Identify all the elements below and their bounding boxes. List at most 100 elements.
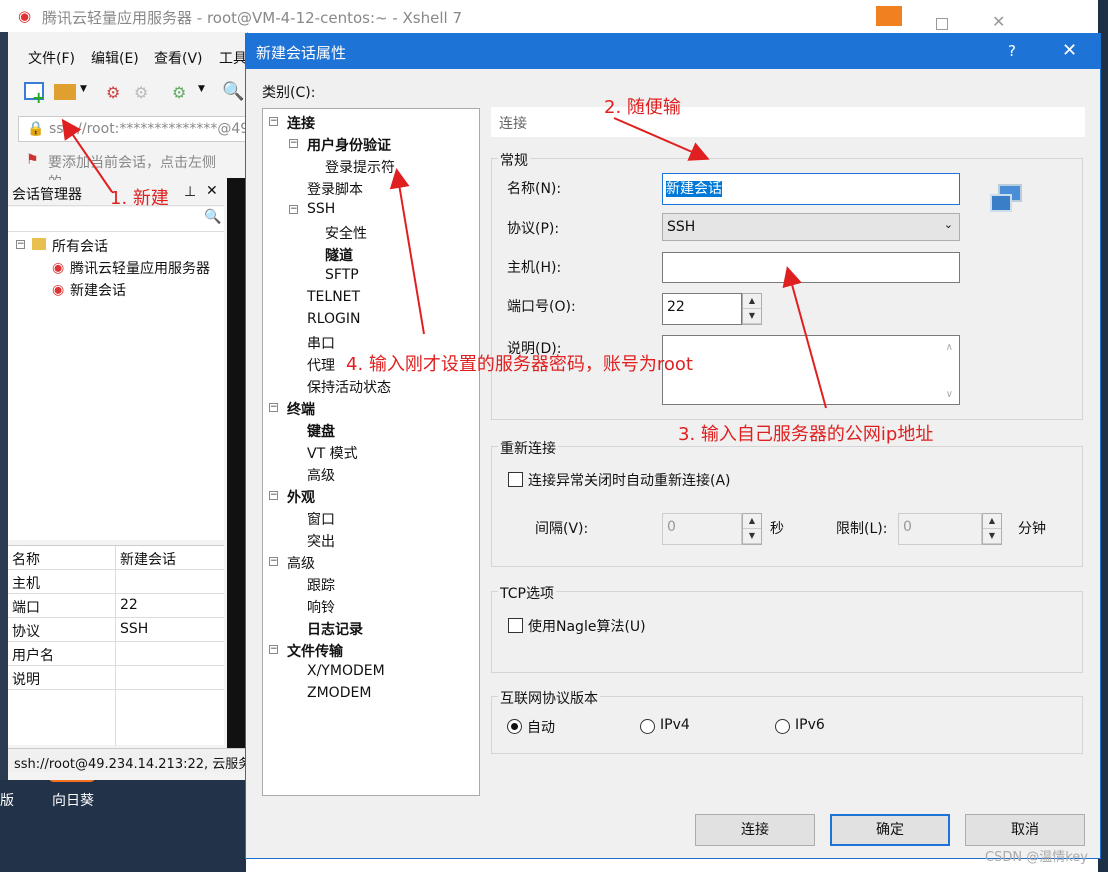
- port-input[interactable]: 22: [662, 293, 742, 325]
- tree-item-trace[interactable]: 跟踪: [307, 575, 335, 595]
- port-stepper[interactable]: ▲ ▼: [742, 293, 762, 325]
- menu-tools[interactable]: 工具: [219, 48, 247, 68]
- search-icon[interactable]: 🔍: [204, 209, 221, 225]
- open-folder-icon[interactable]: [54, 84, 76, 100]
- tree-item-serial[interactable]: 串口: [307, 333, 335, 353]
- tip-bar: ⚑ 要添加当前会话，点击左侧的: [18, 148, 248, 191]
- menu-view[interactable]: 查看(V): [154, 48, 203, 68]
- host-input[interactable]: [662, 252, 960, 283]
- arrow-up-icon[interactable]: ▲: [743, 514, 761, 529]
- radio-ipv6-label[interactable]: IPv6: [795, 717, 825, 733]
- cancel-button[interactable]: 取消: [965, 814, 1085, 846]
- collapse-icon[interactable]: −: [289, 205, 298, 214]
- scroll-down-icon[interactable]: ∨: [946, 389, 953, 400]
- tree-session-new[interactable]: 新建会话: [70, 280, 126, 300]
- tree-session-tencent[interactable]: 腾讯云轻量应用服务器: [70, 258, 210, 278]
- port-label: 端口号(O):: [507, 299, 576, 315]
- collapse-icon[interactable]: −: [269, 117, 278, 126]
- tree-item-proxy[interactable]: 代理: [307, 355, 335, 375]
- tree-item-keyboard[interactable]: 键盘: [307, 421, 335, 441]
- menu-edit[interactable]: 编辑(E): [91, 48, 139, 68]
- radio-auto-label[interactable]: 自动: [527, 717, 555, 737]
- tree-item-login-script[interactable]: 登录脚本: [307, 179, 363, 199]
- limit-input[interactable]: 0: [898, 513, 982, 545]
- arrow-up-icon[interactable]: ▲: [983, 514, 1001, 529]
- nagle-checkbox[interactable]: [508, 618, 523, 633]
- collapse-icon[interactable]: −: [269, 491, 278, 500]
- address-bar[interactable]: 🔒 ssh://root:**************@49: [18, 116, 249, 142]
- connect-icon[interactable]: ⚙: [106, 83, 120, 102]
- session-tree: − 所有会话 ◉ 腾讯云轻量应用服务器 ◉ 新建会话: [8, 232, 224, 540]
- prop-value: 22: [120, 597, 138, 613]
- tree-item-security[interactable]: 安全性: [325, 223, 367, 243]
- collapse-icon[interactable]: −: [289, 139, 298, 148]
- name-input[interactable]: 新建会话: [662, 173, 960, 205]
- arrow-down-icon[interactable]: ▼: [983, 529, 1001, 544]
- tree-item-telnet[interactable]: TELNET: [307, 289, 360, 305]
- annotation-4: 4. 输入刚才设置的服务器密码，账号为root: [346, 354, 693, 375]
- session-search[interactable]: 🔍: [8, 207, 224, 232]
- radio-ipv6[interactable]: [775, 719, 790, 734]
- maximize-icon[interactable]: [936, 18, 948, 30]
- settings-icon[interactable]: ⚙: [172, 83, 186, 102]
- tree-item-zmodem[interactable]: ZMODEM: [307, 685, 371, 701]
- radio-ipv4-label[interactable]: IPv4: [660, 717, 690, 733]
- arrow-down-icon[interactable]: ▼: [743, 309, 761, 324]
- auto-reconnect-label[interactable]: 连接异常关闭时自动重新连接(A): [528, 470, 731, 490]
- network-computers-icon: [990, 184, 1026, 218]
- tree-item-sftp[interactable]: SFTP: [325, 267, 359, 283]
- tree-item-auth[interactable]: 用户身份验证: [307, 135, 391, 155]
- collapse-icon[interactable]: −: [269, 403, 278, 412]
- close-icon[interactable]: ✕: [1062, 40, 1077, 61]
- interval-stepper[interactable]: ▲ ▼: [742, 513, 762, 545]
- tree-item-tunnel[interactable]: 隧道: [325, 245, 353, 265]
- tree-item-login-prompt[interactable]: 登录提示符: [325, 157, 395, 177]
- tree-item-highlight[interactable]: 突出: [307, 531, 335, 551]
- collapse-icon[interactable]: −: [269, 645, 278, 654]
- disconnect-icon[interactable]: ⚙: [134, 83, 148, 102]
- desktop-icon-label[interactable]: 版: [0, 790, 14, 810]
- ok-button[interactable]: 确定: [830, 814, 950, 846]
- close-icon[interactable]: ✕: [206, 183, 218, 199]
- interval-input[interactable]: 0: [662, 513, 742, 545]
- tree-item-advanced[interactable]: 高级: [287, 553, 315, 573]
- close-icon[interactable]: ✕: [992, 12, 1005, 31]
- tree-item-ssh[interactable]: SSH: [307, 201, 335, 217]
- connect-button[interactable]: 连接: [695, 814, 815, 846]
- help-button[interactable]: ?: [1008, 42, 1016, 60]
- tree-item-keepalive[interactable]: 保持活动状态: [307, 377, 391, 397]
- tree-item-vt-mode[interactable]: VT 模式: [307, 443, 358, 463]
- limit-stepper[interactable]: ▲ ▼: [982, 513, 1002, 545]
- pin-icon[interactable]: ⊥: [184, 184, 196, 200]
- arrow-down-icon[interactable]: ▼: [743, 529, 761, 544]
- tree-item-rlogin[interactable]: RLOGIN: [307, 311, 361, 327]
- collapse-icon[interactable]: −: [269, 557, 278, 566]
- annotation-1: 1. 新建: [110, 188, 169, 209]
- tree-item-appearance[interactable]: 外观: [287, 487, 315, 507]
- tree-all-sessions[interactable]: 所有会话: [52, 236, 108, 256]
- scroll-up-icon[interactable]: ∧: [946, 342, 953, 353]
- tree-item-bell[interactable]: 响铃: [307, 597, 335, 617]
- protocol-select[interactable]: SSH ⌄: [662, 213, 960, 241]
- tree-item-terminal[interactable]: 终端: [287, 399, 315, 419]
- radio-auto[interactable]: [507, 719, 522, 734]
- tree-item-xymodem[interactable]: X/YMODEM: [307, 663, 385, 679]
- nagle-label[interactable]: 使用Nagle算法(U): [528, 616, 646, 636]
- tree-item-connect[interactable]: 连接: [287, 113, 315, 133]
- desktop-icon-label-sunflower[interactable]: 向日葵: [52, 790, 94, 810]
- tree-item-file-transfer[interactable]: 文件传输: [287, 641, 343, 661]
- menu-file[interactable]: 文件(F): [28, 48, 75, 68]
- chevron-down-icon[interactable]: ▼: [80, 84, 87, 94]
- collapse-icon[interactable]: −: [16, 240, 25, 249]
- chevron-down-icon[interactable]: ▼: [198, 84, 205, 94]
- tree-item-logging[interactable]: 日志记录: [307, 619, 363, 639]
- app-icon: [876, 6, 902, 26]
- arrow-up-icon[interactable]: ▲: [743, 294, 761, 309]
- tree-item-window[interactable]: 窗口: [307, 509, 335, 529]
- auto-reconnect-checkbox[interactable]: [508, 472, 523, 487]
- radio-ipv4[interactable]: [640, 719, 655, 734]
- search-icon[interactable]: 🔍: [222, 81, 244, 102]
- section-header: 连接: [491, 107, 1085, 137]
- tree-item-terminal-advanced[interactable]: 高级: [307, 465, 335, 485]
- description-textarea[interactable]: ∧ ∨: [662, 335, 960, 405]
